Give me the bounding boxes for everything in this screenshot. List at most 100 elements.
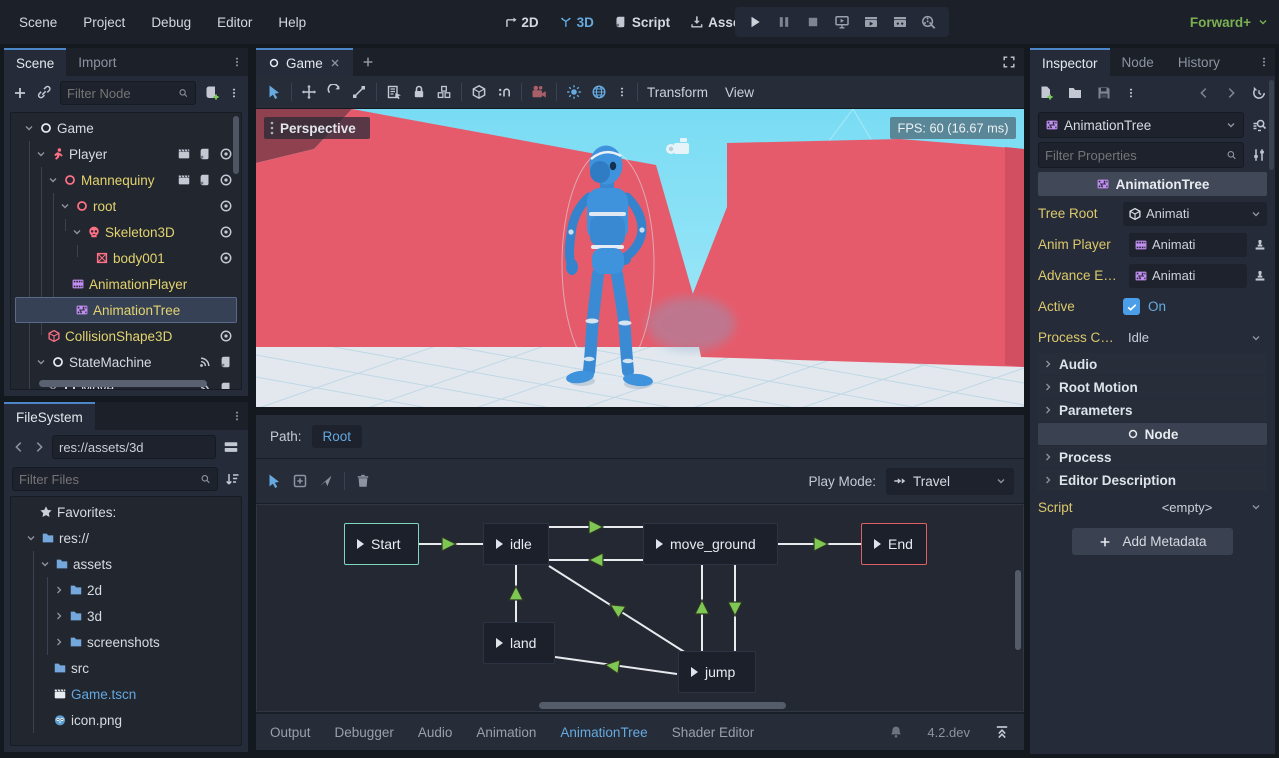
attach-script-button[interactable]	[204, 85, 220, 101]
movie-icon[interactable]	[177, 173, 191, 187]
tree-row-body001[interactable]: body001	[11, 245, 241, 271]
file-row-res[interactable]: res://	[11, 525, 241, 551]
menu-project[interactable]: Project	[74, 11, 134, 34]
play-state-icon[interactable]	[874, 539, 881, 549]
menu-editor[interactable]: Editor	[208, 11, 261, 34]
play-button[interactable]	[747, 14, 763, 30]
graph-horizontal-scrollbar[interactable]	[539, 702, 786, 709]
state-node-end[interactable]: End	[861, 523, 927, 565]
bottom-tab-debugger[interactable]: Debugger	[335, 725, 394, 740]
play-mode-dropdown[interactable]: Travel	[886, 468, 1014, 495]
tree-row-animationtree[interactable]: AnimationTree	[15, 297, 237, 323]
state-node-idle[interactable]: idle	[483, 523, 549, 565]
file-row-favorites[interactable]: Favorites:	[11, 499, 241, 525]
visibility-eye-icon[interactable]	[219, 147, 233, 161]
tab-node[interactable]: Node	[1110, 48, 1166, 76]
load-resource-button[interactable]	[1067, 85, 1083, 101]
chevron-right-icon[interactable]	[53, 636, 65, 648]
tree-row-mannequiny[interactable]: Mannequiny	[11, 167, 241, 193]
chevron-down-icon[interactable]	[23, 122, 35, 134]
script-icon[interactable]	[219, 355, 233, 369]
add-metadata-button[interactable]: Add Metadata	[1072, 528, 1232, 555]
graph-create-node-tool[interactable]	[292, 473, 308, 489]
property-tools-button[interactable]	[1251, 147, 1267, 163]
environment-settings-button[interactable]	[591, 84, 607, 100]
tree-row-statemachine[interactable]: StateMachine	[11, 349, 241, 375]
bottom-tab-audio[interactable]: Audio	[418, 725, 453, 740]
dock-menu-icon[interactable]	[226, 402, 248, 430]
visibility-eye-icon[interactable]	[219, 199, 233, 213]
menu-help[interactable]: Help	[269, 11, 315, 34]
group-audio[interactable]: Audio	[1038, 353, 1267, 375]
move-tool-button[interactable]	[301, 84, 317, 100]
graph-connect-nodes-tool[interactable]	[318, 473, 334, 489]
script-icon[interactable]	[198, 147, 212, 161]
group-node-button[interactable]	[436, 84, 452, 100]
file-row-game-tscn[interactable]: Game.tscn	[11, 681, 241, 707]
split-mode-toggle[interactable]	[222, 438, 240, 456]
camera-preview-button[interactable]	[531, 84, 547, 100]
chevron-down-icon[interactable]	[35, 356, 47, 368]
notifications-bell-icon[interactable]	[889, 725, 903, 739]
chevron-down-icon[interactable]	[35, 148, 47, 160]
group-process[interactable]: Process	[1038, 446, 1267, 468]
graph-delete-button[interactable]	[355, 473, 371, 489]
process-callback-dropdown[interactable]: Idle	[1123, 326, 1267, 350]
filter-node-input[interactable]	[67, 86, 174, 101]
tree-root-value-dropdown[interactable]: Animati	[1123, 202, 1267, 226]
scene-tree-vertical-scrollbar[interactable]	[233, 116, 239, 174]
inspector-scrollbar[interactable]	[1269, 80, 1274, 170]
bottom-tab-animation[interactable]: Animation	[476, 725, 536, 740]
perspective-label[interactable]: Perspective	[264, 117, 370, 139]
sun-env-menu-icon[interactable]	[616, 86, 628, 98]
menu-debug[interactable]: Debug	[142, 11, 200, 34]
group-root-motion[interactable]: Root Motion	[1038, 376, 1267, 398]
chevron-right-icon[interactable]	[53, 584, 65, 596]
list-select-tool-button[interactable]	[386, 84, 402, 100]
anim-player-value-field[interactable]: Animati	[1129, 233, 1247, 257]
stop-button[interactable]	[805, 14, 821, 30]
filter-properties-field[interactable]	[1038, 142, 1244, 168]
edit-history-button[interactable]	[1251, 85, 1267, 101]
switch-2d-button[interactable]: 2D	[503, 15, 538, 30]
tab-filesystem[interactable]: FileSystem	[4, 402, 95, 430]
scene-tab-game[interactable]: Game	[256, 48, 353, 76]
sun-settings-button[interactable]	[566, 84, 582, 100]
group-parameters[interactable]: Parameters	[1038, 399, 1267, 421]
tree-row-collisionshape3d[interactable]: CollisionShape3D	[11, 323, 241, 349]
tab-import[interactable]: Import	[66, 48, 128, 76]
movie-icon[interactable]	[177, 147, 191, 161]
play-state-icon[interactable]	[496, 638, 503, 648]
sort-files-button[interactable]	[224, 471, 240, 487]
dock-menu-icon[interactable]	[1253, 48, 1275, 76]
rotate-tool-button[interactable]	[326, 84, 342, 100]
extra-options-icon[interactable]	[228, 87, 240, 99]
visibility-eye-icon[interactable]	[219, 329, 233, 343]
script-value-dropdown[interactable]: <empty>	[1123, 495, 1267, 519]
visibility-eye-icon[interactable]	[219, 225, 233, 239]
play-state-icon[interactable]	[656, 539, 663, 549]
chevron-down-icon[interactable]	[25, 532, 37, 544]
filter-files-input[interactable]	[19, 472, 196, 487]
3d-viewport[interactable]: Perspective FPS: 60 (16.67 ms)	[256, 109, 1024, 407]
history-forward-button[interactable]	[32, 440, 46, 454]
tab-history[interactable]: History	[1166, 48, 1232, 76]
add-node-button[interactable]	[12, 85, 28, 101]
chevron-down-icon[interactable]	[39, 558, 51, 570]
select-tool-button[interactable]	[266, 84, 282, 100]
inspector-forward-button[interactable]	[1224, 86, 1238, 100]
play-state-icon[interactable]	[357, 539, 364, 549]
filter-files-field[interactable]	[12, 467, 218, 491]
skeleton-options-button[interactable]	[496, 84, 512, 100]
tree-row-animationplayer[interactable]: AnimationPlayer	[11, 271, 241, 297]
lock-node-button[interactable]	[411, 84, 427, 100]
play-state-icon[interactable]	[496, 539, 503, 549]
file-row-3d[interactable]: 3d	[11, 603, 241, 629]
instance-scene-button[interactable]	[36, 85, 52, 101]
bottom-tab-animationtree[interactable]: AnimationTree	[560, 725, 647, 740]
advance-expression-value-field[interactable]: Animati	[1129, 264, 1247, 288]
movie-maker-button[interactable]	[921, 14, 937, 30]
expand-viewport-icon[interactable]	[994, 48, 1024, 76]
state-machine-graph[interactable]: Start idle move_ground End land jump	[256, 503, 1024, 713]
transform-menu[interactable]: Transform	[647, 85, 708, 100]
